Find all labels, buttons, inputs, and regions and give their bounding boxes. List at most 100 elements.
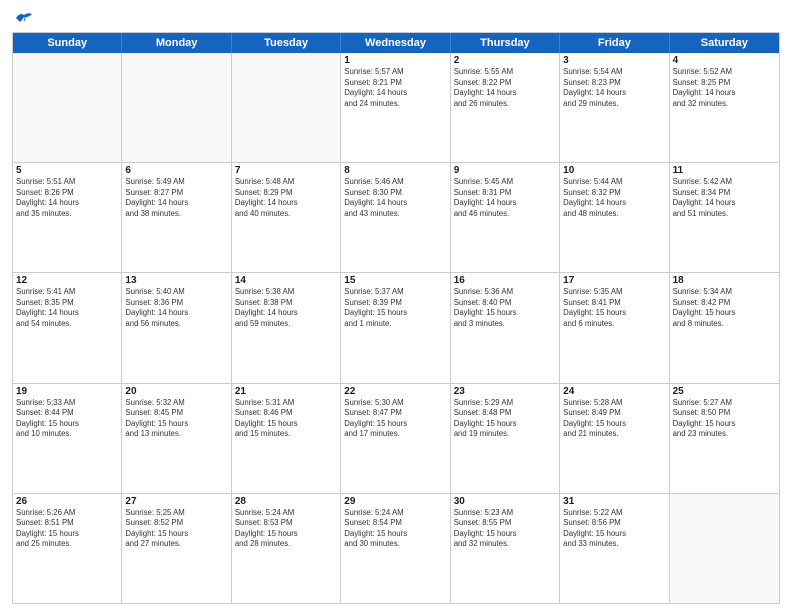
day-cell-21: 21Sunrise: 5:31 AM Sunset: 8:46 PM Dayli…	[232, 384, 341, 493]
day-info: Sunrise: 5:24 AM Sunset: 8:53 PM Dayligh…	[235, 508, 337, 550]
day-number: 20	[125, 386, 227, 397]
day-number: 28	[235, 496, 337, 507]
week-row-5: 26Sunrise: 5:26 AM Sunset: 8:51 PM Dayli…	[13, 493, 779, 603]
day-cell-18: 18Sunrise: 5:34 AM Sunset: 8:42 PM Dayli…	[670, 273, 779, 382]
day-cell-15: 15Sunrise: 5:37 AM Sunset: 8:39 PM Dayli…	[341, 273, 450, 382]
day-number: 18	[673, 275, 776, 286]
day-number: 11	[673, 165, 776, 176]
day-info: Sunrise: 5:45 AM Sunset: 8:31 PM Dayligh…	[454, 177, 556, 219]
week-row-2: 5Sunrise: 5:51 AM Sunset: 8:26 PM Daylig…	[13, 162, 779, 272]
day-info: Sunrise: 5:48 AM Sunset: 8:29 PM Dayligh…	[235, 177, 337, 219]
day-number: 1	[344, 55, 446, 66]
day-info: Sunrise: 5:29 AM Sunset: 8:48 PM Dayligh…	[454, 398, 556, 440]
day-number: 23	[454, 386, 556, 397]
day-info: Sunrise: 5:24 AM Sunset: 8:54 PM Dayligh…	[344, 508, 446, 550]
day-info: Sunrise: 5:46 AM Sunset: 8:30 PM Dayligh…	[344, 177, 446, 219]
day-info: Sunrise: 5:51 AM Sunset: 8:26 PM Dayligh…	[16, 177, 118, 219]
day-number: 15	[344, 275, 446, 286]
day-number: 12	[16, 275, 118, 286]
day-number: 2	[454, 55, 556, 66]
day-cell-13: 13Sunrise: 5:40 AM Sunset: 8:36 PM Dayli…	[122, 273, 231, 382]
day-header-saturday: Saturday	[670, 33, 779, 53]
day-info: Sunrise: 5:41 AM Sunset: 8:35 PM Dayligh…	[16, 287, 118, 329]
calendar-body: 1Sunrise: 5:57 AM Sunset: 8:21 PM Daylig…	[13, 53, 779, 603]
day-info: Sunrise: 5:35 AM Sunset: 8:41 PM Dayligh…	[563, 287, 665, 329]
day-info: Sunrise: 5:22 AM Sunset: 8:56 PM Dayligh…	[563, 508, 665, 550]
day-cell-5: 5Sunrise: 5:51 AM Sunset: 8:26 PM Daylig…	[13, 163, 122, 272]
day-cell-4: 4Sunrise: 5:52 AM Sunset: 8:25 PM Daylig…	[670, 53, 779, 162]
day-number: 30	[454, 496, 556, 507]
day-header-thursday: Thursday	[451, 33, 560, 53]
day-cell-16: 16Sunrise: 5:36 AM Sunset: 8:40 PM Dayli…	[451, 273, 560, 382]
day-number: 6	[125, 165, 227, 176]
day-cell-27: 27Sunrise: 5:25 AM Sunset: 8:52 PM Dayli…	[122, 494, 231, 603]
day-number: 26	[16, 496, 118, 507]
empty-cell	[232, 53, 341, 162]
day-info: Sunrise: 5:27 AM Sunset: 8:50 PM Dayligh…	[673, 398, 776, 440]
day-number: 17	[563, 275, 665, 286]
week-row-1: 1Sunrise: 5:57 AM Sunset: 8:21 PM Daylig…	[13, 53, 779, 162]
day-cell-19: 19Sunrise: 5:33 AM Sunset: 8:44 PM Dayli…	[13, 384, 122, 493]
day-cell-11: 11Sunrise: 5:42 AM Sunset: 8:34 PM Dayli…	[670, 163, 779, 272]
calendar-header: SundayMondayTuesdayWednesdayThursdayFrid…	[13, 33, 779, 53]
day-info: Sunrise: 5:38 AM Sunset: 8:38 PM Dayligh…	[235, 287, 337, 329]
day-info: Sunrise: 5:54 AM Sunset: 8:23 PM Dayligh…	[563, 67, 665, 109]
day-info: Sunrise: 5:40 AM Sunset: 8:36 PM Dayligh…	[125, 287, 227, 329]
day-header-sunday: Sunday	[13, 33, 122, 53]
day-cell-29: 29Sunrise: 5:24 AM Sunset: 8:54 PM Dayli…	[341, 494, 450, 603]
day-info: Sunrise: 5:55 AM Sunset: 8:22 PM Dayligh…	[454, 67, 556, 109]
page: SundayMondayTuesdayWednesdayThursdayFrid…	[0, 0, 792, 612]
day-info: Sunrise: 5:49 AM Sunset: 8:27 PM Dayligh…	[125, 177, 227, 219]
day-info: Sunrise: 5:36 AM Sunset: 8:40 PM Dayligh…	[454, 287, 556, 329]
empty-cell	[122, 53, 231, 162]
day-info: Sunrise: 5:28 AM Sunset: 8:49 PM Dayligh…	[563, 398, 665, 440]
day-cell-31: 31Sunrise: 5:22 AM Sunset: 8:56 PM Dayli…	[560, 494, 669, 603]
day-info: Sunrise: 5:37 AM Sunset: 8:39 PM Dayligh…	[344, 287, 446, 329]
day-number: 9	[454, 165, 556, 176]
day-cell-17: 17Sunrise: 5:35 AM Sunset: 8:41 PM Dayli…	[560, 273, 669, 382]
day-cell-24: 24Sunrise: 5:28 AM Sunset: 8:49 PM Dayli…	[560, 384, 669, 493]
empty-cell	[670, 494, 779, 603]
day-info: Sunrise: 5:33 AM Sunset: 8:44 PM Dayligh…	[16, 398, 118, 440]
day-cell-23: 23Sunrise: 5:29 AM Sunset: 8:48 PM Dayli…	[451, 384, 560, 493]
day-number: 31	[563, 496, 665, 507]
day-info: Sunrise: 5:34 AM Sunset: 8:42 PM Dayligh…	[673, 287, 776, 329]
day-info: Sunrise: 5:57 AM Sunset: 8:21 PM Dayligh…	[344, 67, 446, 109]
day-cell-2: 2Sunrise: 5:55 AM Sunset: 8:22 PM Daylig…	[451, 53, 560, 162]
calendar: SundayMondayTuesdayWednesdayThursdayFrid…	[12, 32, 780, 604]
day-number: 16	[454, 275, 556, 286]
day-cell-1: 1Sunrise: 5:57 AM Sunset: 8:21 PM Daylig…	[341, 53, 450, 162]
day-header-tuesday: Tuesday	[232, 33, 341, 53]
day-cell-25: 25Sunrise: 5:27 AM Sunset: 8:50 PM Dayli…	[670, 384, 779, 493]
empty-cell	[13, 53, 122, 162]
day-number: 21	[235, 386, 337, 397]
day-number: 25	[673, 386, 776, 397]
week-row-3: 12Sunrise: 5:41 AM Sunset: 8:35 PM Dayli…	[13, 272, 779, 382]
logo	[12, 10, 34, 26]
logo-bird-icon	[14, 10, 34, 26]
day-cell-26: 26Sunrise: 5:26 AM Sunset: 8:51 PM Dayli…	[13, 494, 122, 603]
day-info: Sunrise: 5:31 AM Sunset: 8:46 PM Dayligh…	[235, 398, 337, 440]
day-info: Sunrise: 5:44 AM Sunset: 8:32 PM Dayligh…	[563, 177, 665, 219]
day-cell-7: 7Sunrise: 5:48 AM Sunset: 8:29 PM Daylig…	[232, 163, 341, 272]
header	[12, 10, 780, 26]
logo-text	[12, 10, 34, 26]
day-cell-3: 3Sunrise: 5:54 AM Sunset: 8:23 PM Daylig…	[560, 53, 669, 162]
day-number: 24	[563, 386, 665, 397]
day-number: 19	[16, 386, 118, 397]
day-number: 29	[344, 496, 446, 507]
day-number: 22	[344, 386, 446, 397]
day-cell-20: 20Sunrise: 5:32 AM Sunset: 8:45 PM Dayli…	[122, 384, 231, 493]
day-number: 5	[16, 165, 118, 176]
day-info: Sunrise: 5:26 AM Sunset: 8:51 PM Dayligh…	[16, 508, 118, 550]
day-info: Sunrise: 5:32 AM Sunset: 8:45 PM Dayligh…	[125, 398, 227, 440]
day-number: 10	[563, 165, 665, 176]
day-cell-10: 10Sunrise: 5:44 AM Sunset: 8:32 PM Dayli…	[560, 163, 669, 272]
day-cell-22: 22Sunrise: 5:30 AM Sunset: 8:47 PM Dayli…	[341, 384, 450, 493]
week-row-4: 19Sunrise: 5:33 AM Sunset: 8:44 PM Dayli…	[13, 383, 779, 493]
day-cell-8: 8Sunrise: 5:46 AM Sunset: 8:30 PM Daylig…	[341, 163, 450, 272]
day-cell-9: 9Sunrise: 5:45 AM Sunset: 8:31 PM Daylig…	[451, 163, 560, 272]
day-cell-12: 12Sunrise: 5:41 AM Sunset: 8:35 PM Dayli…	[13, 273, 122, 382]
day-cell-6: 6Sunrise: 5:49 AM Sunset: 8:27 PM Daylig…	[122, 163, 231, 272]
day-header-friday: Friday	[560, 33, 669, 53]
